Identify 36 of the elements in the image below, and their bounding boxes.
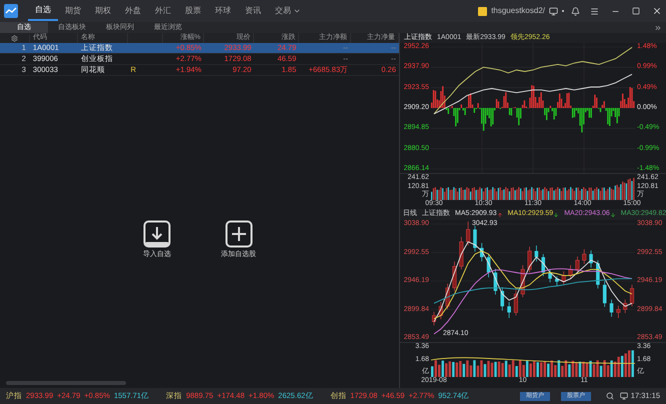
candlestick bbox=[473, 225, 477, 252]
candlestick bbox=[616, 305, 620, 318]
download-icon bbox=[143, 220, 171, 248]
candlestick bbox=[575, 256, 580, 273]
candlestick bbox=[528, 246, 532, 273]
horizontal-scrollbar[interactable] bbox=[6, 381, 126, 385]
menu-tab[interactable]: 外汇 bbox=[148, 1, 178, 21]
menu-icon[interactable] bbox=[590, 6, 599, 16]
monitor-icon[interactable] bbox=[549, 6, 558, 16]
username: thsguestkosd2/ bbox=[491, 5, 545, 17]
candlestick bbox=[602, 280, 606, 308]
menu-tab[interactable]: 股票 bbox=[178, 1, 208, 21]
candlestick bbox=[610, 299, 614, 318]
maximize-icon[interactable] bbox=[632, 7, 640, 15]
candlestick bbox=[466, 221, 470, 246]
plus-icon bbox=[224, 220, 252, 248]
candlestick bbox=[514, 289, 518, 316]
candlestick bbox=[582, 248, 586, 264]
candlestick bbox=[589, 250, 593, 268]
menu-tab[interactable]: 期权 bbox=[88, 1, 118, 21]
candlestick bbox=[630, 284, 634, 307]
settings-icon[interactable] bbox=[10, 34, 18, 42]
close-icon[interactable] bbox=[652, 6, 662, 16]
candlestick bbox=[507, 302, 511, 318]
menu-tab[interactable]: 交易 bbox=[268, 1, 308, 21]
user-avatar-icon bbox=[478, 6, 488, 16]
search-icon[interactable] bbox=[606, 392, 614, 400]
display-icon[interactable] bbox=[620, 392, 628, 400]
bell-icon[interactable] bbox=[571, 6, 580, 16]
menu-tab[interactable]: 环球 bbox=[208, 1, 238, 21]
app-logo-icon bbox=[4, 4, 18, 18]
menu-tab[interactable]: 资讯 bbox=[238, 1, 268, 21]
menu-tab[interactable]: 外盘 bbox=[118, 1, 148, 21]
menu-tab[interactable]: 期货 bbox=[58, 1, 88, 21]
expand-icon[interactable] bbox=[654, 24, 662, 32]
candlestick bbox=[534, 245, 538, 262]
